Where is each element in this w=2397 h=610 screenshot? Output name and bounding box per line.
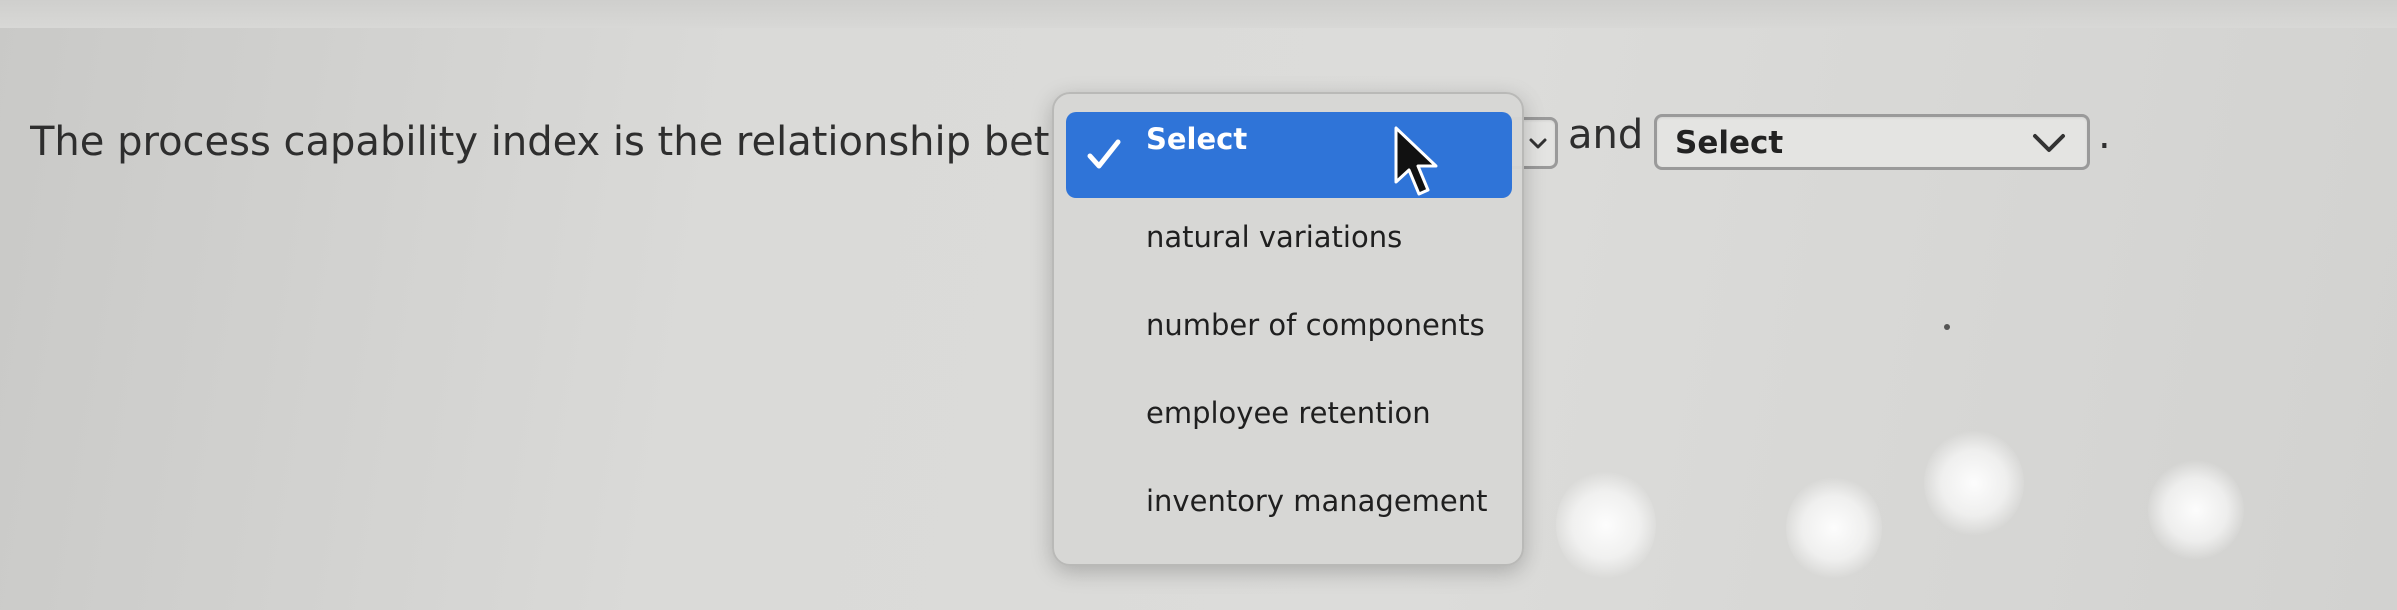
option-label: Select xyxy=(1146,122,1248,156)
option-employee-retention[interactable]: employee retention xyxy=(1066,374,1512,460)
question-text-before: The process capability index is the rela… xyxy=(30,119,1050,165)
option-natural-variations[interactable]: natural variations xyxy=(1066,198,1512,284)
chevron-down-icon xyxy=(2033,134,2065,152)
question-text-after: . xyxy=(2098,112,2111,158)
option-label: inventory management xyxy=(1146,484,1488,518)
option-label: natural variations xyxy=(1146,220,1403,254)
option-label: number of components xyxy=(1146,308,1485,342)
screen-speck xyxy=(1944,324,1950,330)
top-rule xyxy=(0,0,2397,28)
option-inventory-management[interactable]: inventory management xyxy=(1066,462,1512,548)
select-1-options-menu: Select natural variations number of comp… xyxy=(1052,92,1524,566)
screen-glare xyxy=(1556,470,1656,580)
screen-glare xyxy=(2148,460,2244,560)
screen-glare xyxy=(1924,430,2024,536)
select-2-value: Select xyxy=(1675,125,1784,161)
checkmark-icon xyxy=(1087,139,1121,169)
option-number-of-components[interactable]: number of components xyxy=(1066,286,1512,372)
question-text: The process capability index is the rela… xyxy=(30,112,1050,172)
screen-glare xyxy=(1786,476,1882,580)
mouse-pointer-icon xyxy=(1394,126,1438,196)
select-2-dropdown[interactable]: Select xyxy=(1654,114,2090,170)
question-text-between: and xyxy=(1568,112,1644,158)
option-label: employee retention xyxy=(1146,396,1431,430)
chevron-down-icon xyxy=(1529,138,1547,149)
